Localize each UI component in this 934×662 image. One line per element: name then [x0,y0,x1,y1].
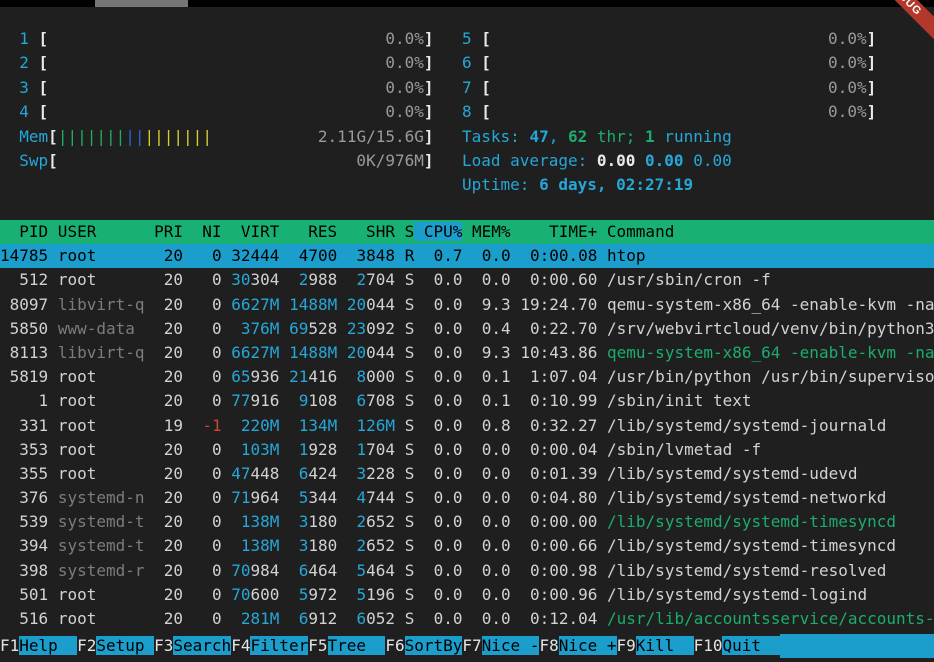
fkey-f6-sortby[interactable]: F6SortBy [385,634,462,658]
load-sep [635,151,645,170]
uptime: Uptime: 6 days, 02:27:19 [462,173,876,197]
process-row-5819[interactable]: 5819 root 20 0 65936 21416 8000 S 0.0 0.… [0,365,934,389]
window-tab[interactable] [95,0,188,7]
htop-terminal: DEBUG 1 [ 0.0%] 2 [ 0.0%] 3 [ 0.0%] 4 [ … [0,0,934,662]
process-row-5850[interactable]: 5850 www-data 20 0 376M 69528 23092 S 0.… [0,317,934,341]
cpu-meter-8: 8 [ 0.0%] [462,100,876,124]
fkey-f2-setup[interactable]: F2Setup [77,634,154,658]
column-header-pid[interactable]: PID [0,222,48,241]
running-label: running [655,127,732,146]
process-row-355[interactable]: 355 root 20 0 47448 6424 3228 S 0.0 0.0 … [0,462,934,486]
process-row-8097[interactable]: 8097 libvirt-q 20 0 6627M 1488M 20044 S … [0,293,934,317]
cpu-meter-5: 5 [ 0.0%] [462,27,876,51]
cpu-meter-6: 6 [ 0.0%] [462,51,876,75]
column-header-s[interactable]: S [395,222,414,241]
uptime-label: Uptime: [462,175,539,194]
cpu-meter-7: 7 [ 0.0%] [462,76,876,100]
process-row-516[interactable]: 516 root 20 0 281M 6912 6052 S 0.0 0.0 0… [0,607,934,631]
tasks-summary: Tasks: 47, 62 thr; 1 running [462,125,876,149]
running-count: 1 [645,127,655,146]
uptime-value: 6 days, 02:27:19 [539,175,693,194]
process-row-398[interactable]: 398 systemd-r 20 0 70984 6464 5464 S 0.0… [0,559,934,583]
tasks-label: Tasks: [462,127,529,146]
process-row-539[interactable]: 539 systemd-t 20 0 138M 3180 2652 S 0.0 … [0,510,934,534]
fkey-f8-nice[interactable]: F8Nice + [539,634,616,658]
fkey-f10-quit[interactable]: F10Quit [694,634,781,658]
column-header-cmd[interactable]: Command [597,222,674,241]
process-row-376[interactable]: 376 systemd-n 20 0 71964 5344 4744 S 0.0… [0,486,934,510]
fkey-f9-kill[interactable]: F9Kill [617,634,694,658]
fkey-f7-nice[interactable]: F7Nice - [462,634,539,658]
column-header-virt[interactable]: VIRT [222,222,280,241]
meters-left-column: 1 [ 0.0%] 2 [ 0.0%] 3 [ 0.0%] 4 [ 0.0%] … [0,27,434,173]
process-table: PID USER PRI NI VIRT RES SHR S CPU% MEM%… [0,220,934,631]
meters-right-column: 5 [ 0.0%]6 [ 0.0%]7 [ 0.0%]8 [ 0.0%] Tas… [462,27,876,198]
function-key-bar: F1Help F2Setup F3SearchF4FilterF5Tree F6… [0,634,934,658]
process-row-14785[interactable]: 14785 root 20 0 32444 4700 3848 R 0.7 0.… [0,244,934,268]
column-header-pri[interactable]: PRI [145,222,184,241]
cpu-meter-2: 2 [ 0.0%] [0,51,434,75]
fkey-f5-tree[interactable]: F5Tree [308,634,385,658]
process-row-501[interactable]: 501 root 20 0 70600 5972 5196 S 0.0 0.0 … [0,583,934,607]
window-top-bar [0,0,934,7]
column-header-time[interactable]: TIME+ [511,222,598,241]
tasks-count: 47 [529,127,548,146]
process-row-353[interactable]: 353 root 20 0 103M 1928 1704 S 0.0 0.0 0… [0,438,934,462]
column-header-shr[interactable]: SHR [337,222,395,241]
load-fifteen: 0.00 [693,151,732,170]
cpu-meter-3: 3 [ 0.0%] [0,76,434,100]
fkey-f3-search[interactable]: F3Search [154,634,231,658]
process-row-512[interactable]: 512 root 20 0 30304 2988 2704 S 0.0 0.0 … [0,268,934,292]
process-row-1[interactable]: 1 root 20 0 77916 9108 6708 S 0.0 0.1 0:… [0,389,934,413]
threads-count: 62 [568,127,587,146]
column-header-ni[interactable]: NI [183,222,222,241]
cpu-meters-right: 5 [ 0.0%]6 [ 0.0%]7 [ 0.0%]8 [ 0.0%] [462,27,876,125]
column-header-mem[interactable]: MEM% [462,222,510,241]
column-header-res[interactable]: RES [279,222,337,241]
process-rows: 14785 root 20 0 32444 4700 3848 R 0.7 0.… [0,244,934,631]
fkey-f4-filter[interactable]: F4Filter [231,634,308,658]
fbar-fill [780,634,934,658]
load-one: 0.00 [597,151,636,170]
column-header-cpu[interactable]: CPU% [414,222,462,241]
threads-label: thr; [587,127,645,146]
load-label: Load average: [462,151,597,170]
cpu-meter-4: 4 [ 0.0%] [0,100,434,124]
process-row-8113[interactable]: 8113 libvirt-q 20 0 6627M 1488M 20044 S … [0,341,934,365]
memory-meter: Mem[|||||||||||||||| 2.11G/15.6G] [0,125,434,149]
load-five: 0.00 [645,151,684,170]
table-header: PID USER PRI NI VIRT RES SHR S CPU% MEM%… [0,220,934,244]
cpu-meter-1: 1 [ 0.0%] [0,27,434,51]
column-header-user[interactable]: USER [48,222,144,241]
process-row-331[interactable]: 331 root 19 -1 220M 134M 126M S 0.0 0.8 … [0,414,934,438]
swap-meter: Swp[ 0K/976M] [0,149,434,173]
load-sep [684,151,694,170]
process-row-394[interactable]: 394 systemd-t 20 0 138M 3180 2652 S 0.0 … [0,534,934,558]
tasks-sep: , [549,127,568,146]
fkey-f1-help[interactable]: F1Help [0,634,77,658]
load-average: Load average: 0.00 0.00 0.00 [462,149,876,173]
